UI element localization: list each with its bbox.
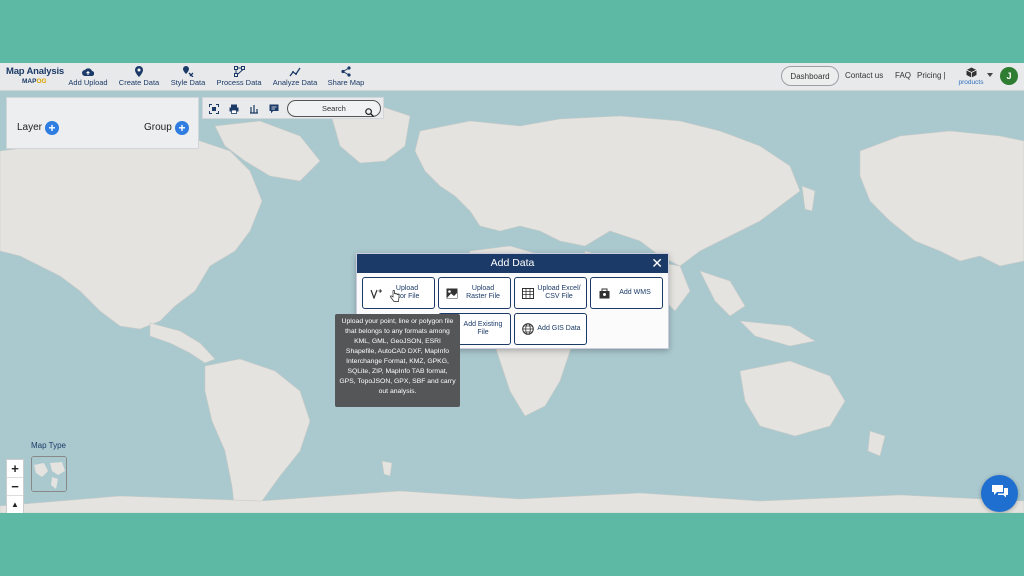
option-label: Upload Excel/ CSV File [537,285,581,300]
map-type-label: Map Type [31,441,66,450]
cloud-upload-icon [82,66,94,77]
pricing-link[interactable]: Pricing | [917,71,946,80]
raster-icon [445,286,459,300]
share-icon [340,66,352,77]
option-label: Add Existing File [463,321,503,336]
vector-icon [369,286,383,300]
reset-north-button[interactable]: ▲ [7,496,23,513]
add-layer-button[interactable]: + [45,121,59,135]
search-icon[interactable] [365,104,374,122]
print-icon[interactable] [228,103,239,114]
app-title: Map Analysis [6,66,64,77]
option-label: Add WMS [619,289,651,296]
comment-icon[interactable] [268,103,279,114]
contact-us-link[interactable]: Contact us [845,71,883,80]
search-input[interactable]: Search [287,100,381,117]
add-gis-data-button[interactable]: Add GIS Data [514,313,587,345]
faq-link[interactable]: FAQ [895,71,911,80]
map-toolbar: Search [202,97,384,119]
user-avatar[interactable]: J [1000,67,1018,85]
measure-icon[interactable] [248,103,259,114]
nav-share-map[interactable]: Share Map [325,66,367,87]
add-wms-button[interactable]: Add WMS [590,277,663,309]
option-label: Add GIS Data [537,325,581,332]
search-label: Search [322,104,346,113]
layer-label: Layer [17,122,43,133]
close-icon[interactable]: ✕ [651,254,663,273]
hand-cursor-icon [390,289,400,308]
dialog-header: Add Data ✕ [357,254,668,273]
option-label: Upload Raster File [466,285,500,300]
chevron-down-icon[interactable] [987,73,993,77]
nav-style-data[interactable]: Style Data [168,66,208,87]
top-navigation-bar: Map Analysis MAPOG Add Upload Create Dat… [0,63,1024,91]
map-pin-icon [133,66,145,77]
layer-panel: Layer + Group + [6,97,199,149]
brand-logo[interactable]: Map Analysis MAPOG [6,66,64,85]
table-icon [521,286,535,300]
upload-excel-csv-button[interactable]: Upload Excel/ CSV File [514,277,587,309]
fullscreen-icon[interactable] [208,103,219,114]
nav-process-data[interactable]: Process Data [214,66,264,87]
add-group-button[interactable]: + [175,121,189,135]
nav-analyze-data[interactable]: Analyze Data [269,66,321,87]
mapog-logo: MAPOG [22,78,47,85]
analyze-icon [289,66,301,77]
app-window: Map Analysis MAPOG Add Upload Create Dat… [0,63,1024,513]
chat-bubble-icon [991,484,1009,504]
zoom-out-button[interactable]: − [7,478,23,496]
dialog-title: Add Data [490,257,535,269]
chat-button[interactable] [981,475,1018,512]
group-label: Group [144,122,172,133]
nav-add-upload[interactable]: Add Upload [66,66,110,87]
upload-vector-tooltip: Upload your point, line or polygon file … [335,314,460,407]
dashboard-button[interactable]: Dashboard [781,66,839,86]
map-type-thumbnail[interactable] [31,456,67,492]
process-icon [233,66,245,77]
wms-icon [597,286,611,300]
nav-create-data[interactable]: Create Data [116,66,162,87]
products-menu[interactable]: products [955,67,987,86]
style-pin-icon [182,66,194,77]
zoom-in-button[interactable]: + [7,460,23,478]
zoom-control: + − ▲ [6,459,24,513]
globe-icon [521,322,535,336]
upload-raster-file-button[interactable]: Upload Raster File [438,277,511,309]
cube-icon [955,67,987,78]
